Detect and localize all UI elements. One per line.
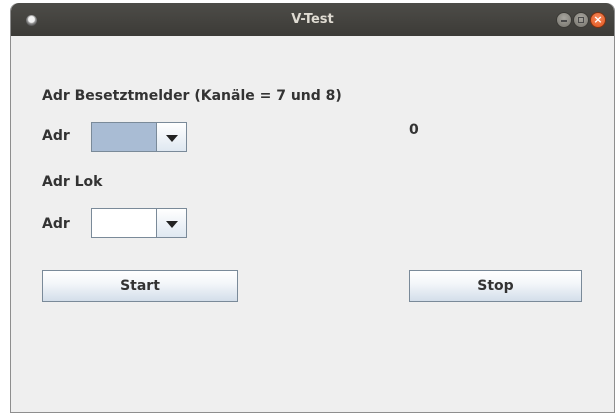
minimize-icon [561, 20, 567, 22]
chevron-down-icon [166, 221, 178, 228]
occupancy-adr-label: Adr [42, 128, 70, 144]
app-window: V-Test × Adr Besetztmelder (Kanäle = 7 u… [10, 3, 615, 413]
stop-button[interactable]: Stop [409, 270, 582, 302]
form-panel: Adr Besetztmelder (Kanäle = 7 und 8) Adr… [11, 36, 614, 412]
occupancy-address-dropdown-button[interactable] [157, 122, 187, 152]
occupancy-heading: Adr Besetztmelder (Kanäle = 7 und 8) [42, 88, 342, 104]
start-button[interactable]: Start [42, 270, 238, 302]
occupancy-address-combobox[interactable] [91, 122, 187, 152]
chevron-down-icon [166, 135, 178, 142]
close-icon: × [593, 13, 603, 26]
title-bar[interactable]: V-Test × [11, 3, 614, 36]
window-title: V-Test [291, 12, 334, 27]
maximize-button[interactable] [573, 12, 589, 28]
close-button[interactable]: × [590, 12, 606, 28]
loco-address-combobox[interactable] [91, 208, 187, 238]
minimize-button[interactable] [556, 12, 572, 28]
loco-heading: Adr Lok [42, 174, 103, 190]
occupancy-address-field[interactable] [91, 122, 157, 152]
loco-address-dropdown-button[interactable] [157, 208, 187, 238]
loco-adr-label: Adr [42, 216, 70, 232]
loco-address-field[interactable] [91, 208, 157, 238]
maximize-icon [578, 17, 584, 23]
occupancy-value: 0 [409, 122, 419, 138]
